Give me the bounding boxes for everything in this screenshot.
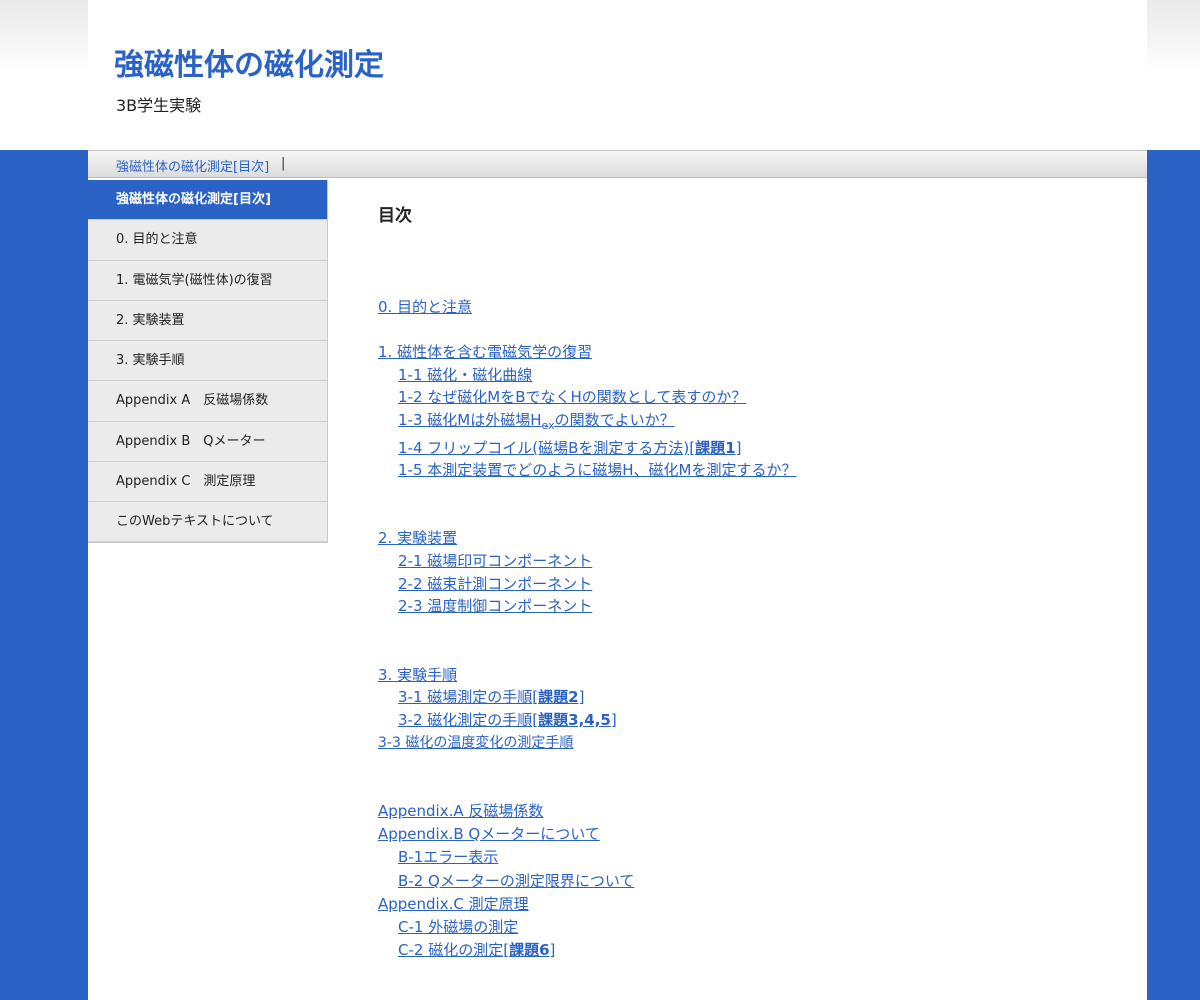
task-link-6[interactable]: 課題6 bbox=[509, 941, 549, 959]
toc-row-c-2: C-2 磁化の測定[課題6] bbox=[398, 940, 555, 960]
bracket-close: ] bbox=[735, 439, 742, 457]
bracket-close: ] bbox=[578, 688, 585, 706]
toc-link-1-1[interactable]: 1-1 磁化・磁化曲線 bbox=[398, 365, 532, 385]
sidebar-item-toc[interactable]: 強磁性体の磁化測定[目次] bbox=[88, 180, 327, 221]
toc-link-appendix-c[interactable]: Appendix.C 測定原理 bbox=[378, 894, 529, 914]
sidebar-item-procedure[interactable]: 3. 実験手順 bbox=[88, 341, 327, 382]
toc-row-3-1: 3-1 磁場測定の手順[課題2] bbox=[398, 687, 584, 707]
toc-link-1-5[interactable]: 1-5 本測定装置でどのように磁場H、磁化Mを測定するか？ bbox=[398, 460, 797, 480]
toc-link-section-3[interactable]: 3. 実験手順 bbox=[378, 665, 457, 685]
breadcrumb-separator: | bbox=[281, 156, 286, 171]
toc-link-section-0[interactable]: 0. 目的と注意 bbox=[378, 297, 472, 317]
toc-link-b-2[interactable]: B-2 Qメーターの測定限界について bbox=[398, 871, 634, 891]
toc-link-appendix-b[interactable]: Appendix.B Qメーターについて bbox=[378, 824, 600, 844]
toc-link-2-3[interactable]: 2-3 温度制御コンポーネント bbox=[398, 596, 592, 616]
toc-link-section-2[interactable]: 2. 実験装置 bbox=[378, 528, 457, 548]
sidebar-item-appendix-a[interactable]: Appendix A 反磁場係数 bbox=[88, 381, 327, 422]
content-heading: 目次 bbox=[378, 206, 412, 226]
page-container: 強磁性体の磁化測定 3B学生実験 強磁性体の磁化測定[目次] | 強磁性体の磁化… bbox=[88, 0, 1147, 1000]
toc-link-3-1[interactable]: 3-1 磁場測定の手順 bbox=[398, 688, 532, 706]
toc-link-1-3-text: 1-3 磁化Mは外磁場H bbox=[398, 411, 542, 429]
breadcrumb: 強磁性体の磁化測定[目次] | bbox=[88, 150, 1147, 178]
toc-link-b-1[interactable]: B-1エラー表示 bbox=[398, 847, 498, 867]
toc-link-3-3[interactable]: 3-3 磁化の温度変化の測定手順 bbox=[378, 733, 573, 753]
toc-link-c-2[interactable]: C-2 磁化の測定 bbox=[398, 941, 503, 959]
toc-link-c-1[interactable]: C-1 外磁場の測定 bbox=[398, 917, 518, 937]
sidebar-item-purpose[interactable]: 0. 目的と注意 bbox=[88, 220, 327, 261]
toc-link-1-3[interactable]: 1-3 磁化Mは外磁場Hexの関数でよいか？ bbox=[398, 410, 675, 436]
sidebar-item-appendix-b[interactable]: Appendix B Qメーター bbox=[88, 421, 327, 462]
toc-link-3-2[interactable]: 3-2 磁化測定の手順 bbox=[398, 711, 532, 729]
toc-link-appendix-a[interactable]: Appendix.A 反磁場係数 bbox=[378, 801, 543, 821]
task-link-1[interactable]: 課題1 bbox=[695, 439, 735, 457]
toc-link-section-1[interactable]: 1. 磁性体を含む電磁気学の復習 bbox=[378, 342, 592, 362]
sidebar-item-appendix-c[interactable]: Appendix C 測定原理 bbox=[88, 461, 327, 502]
sidebar-item-about[interactable]: このWebテキストについて bbox=[88, 502, 327, 543]
task-link-2[interactable]: 課題2 bbox=[538, 688, 578, 706]
toc-link-1-2[interactable]: 1-2 なぜ磁化MをBでなくHの関数として表すのか？ bbox=[398, 387, 746, 407]
toc-link-1-3-text-end: の関数でよいか？ bbox=[554, 411, 675, 429]
toc-link-2-2[interactable]: 2-2 磁束計測コンポーネント bbox=[398, 574, 592, 594]
toc-link-1-4[interactable]: 1-4 フリップコイル(磁場Bを測定する方法) bbox=[398, 439, 689, 457]
toc-link-1-3-subscript: ex bbox=[541, 419, 555, 432]
sidebar-item-apparatus[interactable]: 2. 実験装置 bbox=[88, 300, 327, 341]
task-link-3-4-5[interactable]: 課題3,4,5 bbox=[538, 711, 611, 729]
sidebar-nav: 強磁性体の磁化測定[目次] 0. 目的と注意 1. 電磁気学(磁性体)の復習 2… bbox=[88, 180, 328, 544]
breadcrumb-link-toc[interactable]: 強磁性体の磁化測定[目次] bbox=[116, 156, 269, 175]
site-title: 強磁性体の磁化測定 bbox=[114, 48, 384, 83]
sidebar-item-electromagnetism-review[interactable]: 1. 電磁気学(磁性体)の復習 bbox=[88, 260, 327, 301]
site-subtitle: 3B学生実験 bbox=[116, 96, 202, 115]
toc-row-1-4: 1-4 フリップコイル(磁場Bを測定する方法)[課題1] bbox=[398, 438, 741, 458]
bracket-close: ] bbox=[610, 711, 617, 729]
toc-link-2-1[interactable]: 2-1 磁場印可コンポーネント bbox=[398, 551, 592, 571]
bracket-close: ] bbox=[549, 941, 556, 959]
toc-row-3-2: 3-2 磁化測定の手順[課題3,4,5] bbox=[398, 710, 617, 730]
